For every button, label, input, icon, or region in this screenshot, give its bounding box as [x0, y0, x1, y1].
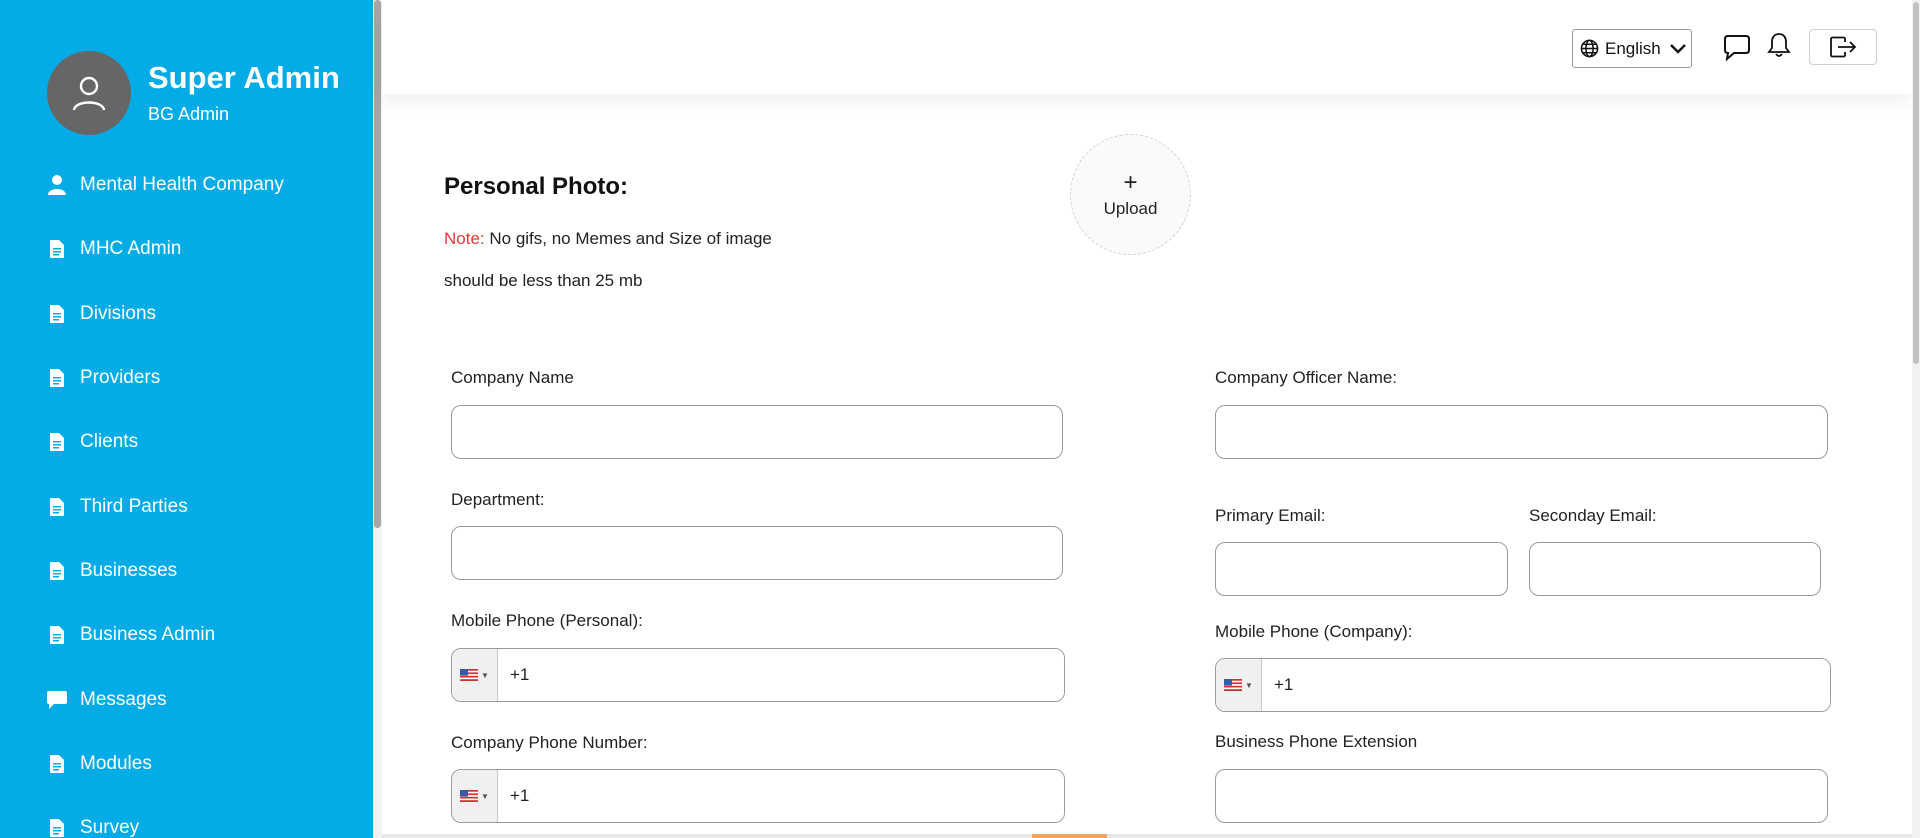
mobile-personal-input[interactable]	[498, 649, 1064, 701]
company-officer-name-input[interactable]	[1215, 405, 1828, 459]
company-name-label: Company Name	[451, 368, 574, 387]
country-code-selector[interactable]: ▼	[452, 649, 498, 701]
mobile-company-field: ▼	[1215, 658, 1831, 712]
business-phone-extension-input[interactable]	[1215, 769, 1828, 823]
document-icon	[47, 305, 67, 323]
sidebar-scrollbar-thumb[interactable]	[374, 0, 381, 528]
app-root: Super Admin BG Admin Mental Health Compa…	[0, 0, 1920, 838]
bell-icon[interactable]	[1764, 30, 1794, 60]
chevron-down-icon	[1669, 43, 1686, 54]
sidebar-item-label: Businesses	[80, 560, 178, 581]
document-icon	[47, 562, 67, 580]
sidebar-item-label: Divisions	[80, 303, 157, 324]
avatar[interactable]	[47, 51, 131, 135]
document-icon	[47, 433, 67, 451]
top-header: English	[382, 0, 1912, 94]
sidebar-item-label: Providers	[80, 367, 161, 388]
note-text: No gifs, no Memes and Size of image	[484, 229, 772, 248]
sidebar-item-third-parties[interactable]: Third Parties	[47, 490, 188, 524]
department-label: Department:	[451, 490, 545, 509]
page-scrollbar[interactable]	[1912, 0, 1920, 838]
country-code-selector[interactable]: ▼	[1216, 659, 1262, 711]
photo-note: Note: No gifs, no Memes and Size of imag…	[444, 229, 772, 249]
chat-bubble-icon	[47, 691, 67, 709]
page-scrollbar-thumb[interactable]	[1913, 2, 1919, 364]
company-name-input[interactable]	[451, 405, 1063, 459]
sidebar-item-mental-health-company[interactable]: Mental Health Company	[47, 168, 284, 202]
sidebar-item-label: Business Admin	[80, 624, 216, 645]
company-phone-input[interactable]	[498, 770, 1064, 822]
document-icon	[47, 755, 67, 773]
sidebar-item-survey[interactable]: Survey	[47, 811, 139, 838]
document-icon	[47, 498, 67, 516]
country-code-selector[interactable]: ▼	[452, 770, 498, 822]
user-icon	[47, 175, 67, 195]
caret-down-icon: ▼	[481, 791, 489, 801]
sidebar-item-mhc-admin[interactable]: MHC Admin	[47, 232, 181, 266]
sidebar-item-label: Messages	[80, 689, 167, 710]
bottom-progress-strip	[382, 834, 1912, 838]
sidebar-item-label: Clients	[80, 431, 139, 452]
profile-name: Super Admin	[148, 60, 340, 96]
sidebar-item-modules[interactable]: Modules	[47, 747, 152, 781]
sidebar-item-label: Modules	[80, 753, 152, 774]
mobile-company-input[interactable]	[1262, 659, 1830, 711]
document-icon	[47, 240, 67, 258]
company-phone-label: Company Phone Number:	[451, 733, 648, 752]
caret-down-icon: ▼	[481, 670, 489, 680]
primary-email-input[interactable]	[1215, 542, 1508, 596]
sidebar-scrollbar[interactable]	[373, 0, 382, 838]
bottom-progress-segment	[1032, 834, 1107, 838]
mobile-company-label: Mobile Phone (Company):	[1215, 622, 1413, 641]
document-icon	[47, 819, 67, 837]
note-label: Note:	[444, 229, 485, 248]
sidebar-item-businesses[interactable]: Businesses	[47, 554, 177, 588]
secondary-email-input[interactable]	[1529, 542, 1821, 596]
department-input[interactable]	[451, 526, 1063, 580]
logout-button[interactable]	[1809, 29, 1877, 65]
document-icon	[47, 369, 67, 387]
profile-role: BG Admin	[148, 103, 230, 124]
logout-icon	[1830, 36, 1857, 58]
mobile-personal-label: Mobile Phone (Personal):	[451, 611, 643, 630]
personal-photo-title: Personal Photo:	[444, 173, 629, 200]
sidebar-item-label: Third Parties	[80, 496, 188, 517]
document-icon	[47, 626, 67, 644]
primary-email-label: Primary Email:	[1215, 506, 1326, 525]
caret-down-icon: ▼	[1245, 680, 1253, 690]
profile-card: Super Admin BG Admin	[47, 51, 340, 135]
us-flag-icon	[1224, 679, 1243, 691]
sidebar-item-clients[interactable]: Clients	[47, 425, 138, 459]
sidebar: Super Admin BG Admin Mental Health Compa…	[0, 0, 373, 838]
upload-photo-button[interactable]: + Upload	[1070, 134, 1191, 255]
photo-note-line2: should be less than 25 mb	[444, 271, 643, 290]
sidebar-item-label: Survey	[80, 817, 140, 838]
us-flag-icon	[460, 669, 479, 681]
company-officer-name-label: Company Officer Name:	[1215, 368, 1398, 387]
company-phone-field: ▼	[451, 769, 1065, 823]
sidebar-item-messages[interactable]: Messages	[47, 683, 167, 717]
main-content: Personal Photo: Note: No gifs, no Memes …	[382, 94, 1912, 838]
sidebar-item-label: Mental Health Company	[80, 174, 284, 195]
sidebar-item-business-admin[interactable]: Business Admin	[47, 618, 215, 652]
us-flag-icon	[460, 790, 479, 802]
plus-icon: +	[1123, 168, 1138, 196]
language-select[interactable]: English	[1572, 29, 1692, 68]
language-label: English	[1605, 38, 1661, 58]
mobile-personal-field: ▼	[451, 648, 1065, 702]
secondary-email-label: Seconday Email:	[1529, 506, 1657, 525]
user-avatar-icon	[72, 76, 106, 111]
upload-label: Upload	[1103, 198, 1158, 218]
sidebar-item-divisions[interactable]: Divisions	[47, 297, 156, 331]
globe-icon	[1580, 39, 1599, 58]
sidebar-item-label: MHC Admin	[80, 238, 182, 259]
sidebar-item-providers[interactable]: Providers	[47, 361, 160, 395]
business-phone-extension-label: Business Phone Extension	[1215, 732, 1418, 751]
chat-icon[interactable]	[1722, 32, 1752, 62]
